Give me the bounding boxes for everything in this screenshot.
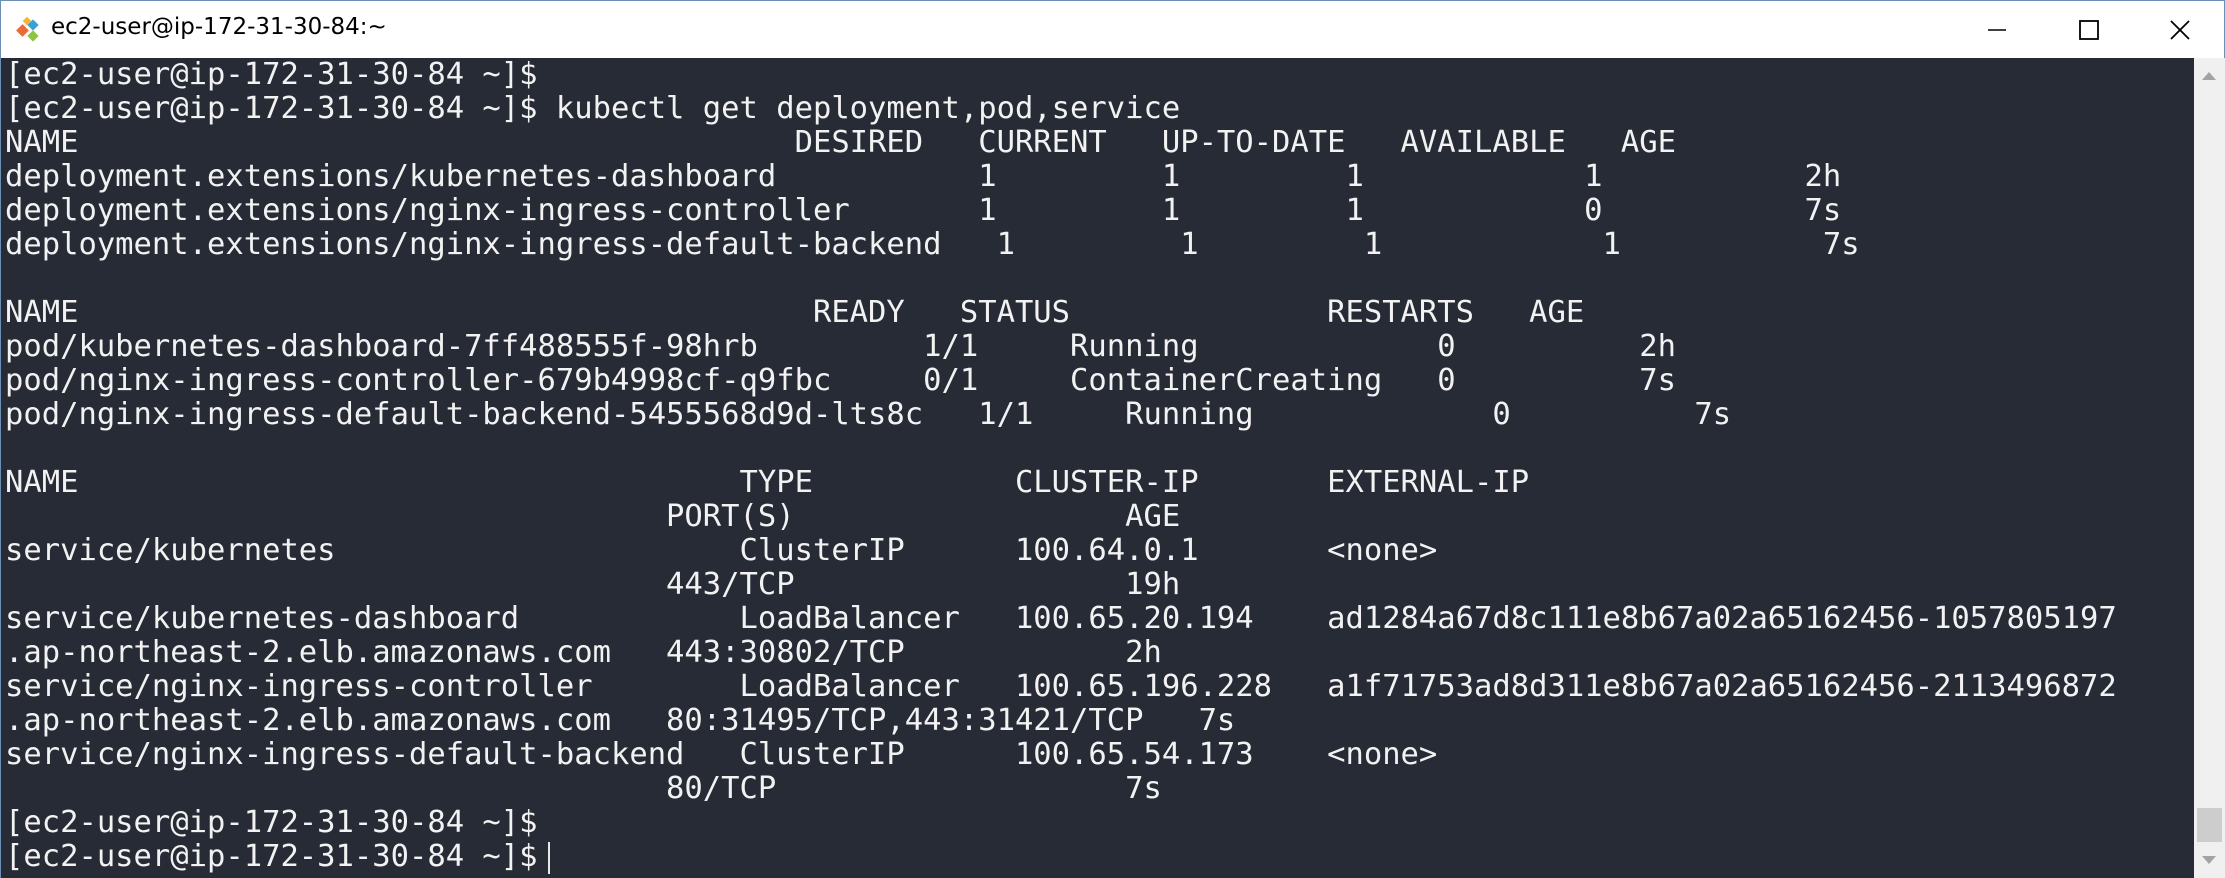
minimize-icon (1988, 28, 2006, 31)
service-row: service/nginx-ingress-default-backend Cl… (5, 737, 1438, 772)
pod-row: pod/kubernetes-dashboard-7ff488555f-98hr… (5, 329, 1676, 364)
close-icon (2170, 19, 2190, 40)
pod-row: pod/nginx-ingress-controller-679b4998cf-… (5, 363, 1676, 398)
scroll-up-arrow-icon[interactable] (2202, 72, 2216, 80)
text-cursor (547, 841, 550, 874)
maximize-button[interactable] (2043, 1, 2135, 58)
active-prompt-line[interactable]: [ec2-user@ip-172-31-30-84 ~]$ (5, 840, 550, 874)
scroll-down-arrow-icon[interactable] (2202, 856, 2216, 864)
deployment-row: deployment.extensions/nginx-ingress-defa… (5, 227, 1860, 262)
service-row-wrap: 443/TCP 19h (5, 567, 1181, 602)
minimize-button[interactable] (1951, 1, 2043, 58)
service-header: NAME TYPE CLUSTER-IP EXTERNAL-IP (5, 465, 1530, 500)
service-header-wrap: PORT(S) AGE (5, 499, 1181, 534)
scrollbar-thumb[interactable] (2197, 808, 2222, 842)
title-bar[interactable]: ec2-user@ip-172-31-30-84:~ (1, 1, 2224, 58)
deployment-row: deployment.extensions/kubernetes-dashboa… (5, 159, 1842, 194)
prompt-line: [ec2-user@ip-172-31-30-84 ~]$ (5, 805, 538, 840)
service-row-wrap: .ap-northeast-2.elb.amazonaws.com 443:30… (5, 635, 1162, 670)
service-row: service/kubernetes-dashboard LoadBalance… (5, 601, 2117, 636)
close-button[interactable] (2134, 1, 2225, 58)
vertical-scrollbar[interactable] (2194, 58, 2225, 878)
pod-header: NAME READY STATUS RESTARTS AGE (5, 295, 1585, 330)
terminal-output[interactable]: [ec2-user@ip-172-31-30-84 ~]$ [ec2-user@… (1, 58, 2194, 878)
service-row: service/kubernetes ClusterIP 100.64.0.1 … (5, 533, 1438, 568)
prompt-text: [ec2-user@ip-172-31-30-84 ~]$ (5, 839, 538, 874)
window-title: ec2-user@ip-172-31-30-84:~ (51, 14, 387, 40)
terminal-window: ec2-user@ip-172-31-30-84:~ [ec2-user@ip-… (0, 0, 2225, 878)
service-row: service/nginx-ingress-controller LoadBal… (5, 669, 2117, 704)
service-row-wrap: .ap-northeast-2.elb.amazonaws.com 80:314… (5, 703, 1236, 738)
prompt-line: [ec2-user@ip-172-31-30-84 ~]$ (5, 58, 538, 92)
putty-terminal-icon[interactable] (15, 16, 43, 44)
deployment-header: NAME DESIRED CURRENT UP-TO-DATE AVAILABL… (5, 125, 1676, 160)
command-line: [ec2-user@ip-172-31-30-84 ~]$ kubectl ge… (5, 91, 1181, 126)
pod-row: pod/nginx-ingress-default-backend-545556… (5, 397, 1732, 432)
deployment-row: deployment.extensions/nginx-ingress-cont… (5, 193, 1842, 228)
maximize-icon (2079, 19, 2099, 40)
service-row-wrap: 80/TCP 7s (5, 771, 1162, 806)
